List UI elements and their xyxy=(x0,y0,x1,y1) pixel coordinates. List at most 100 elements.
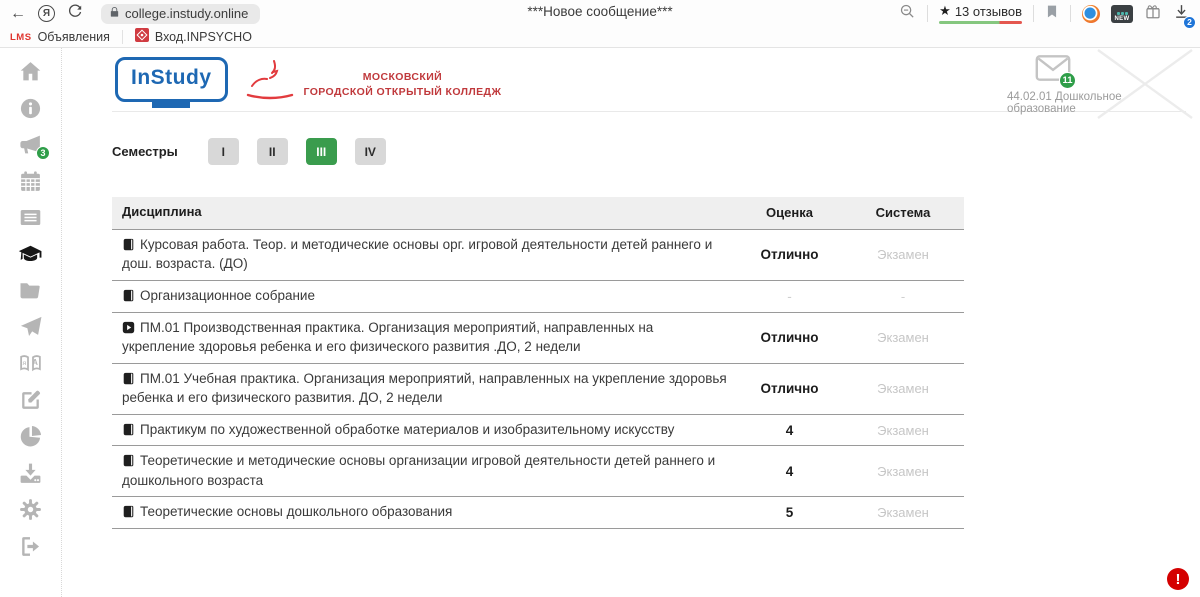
page-header: InStudy МОСКОВСКИЙ ГОРОДСКОЙ ОТКРЫТЫЙ КО… xyxy=(112,48,1186,112)
info-icon[interactable] xyxy=(18,96,43,121)
system-value: Экзамен xyxy=(842,505,964,520)
extension-color-circle-icon[interactable] xyxy=(1082,5,1100,23)
book-icon xyxy=(122,504,135,517)
grades-table: Дисциплина Оценка Система Курсовая работ… xyxy=(112,197,964,529)
semester-switcher: Семестры I II III IV xyxy=(112,138,1200,165)
toolbar-divider xyxy=(1033,5,1034,22)
college-name: МОСКОВСКИЙ ГОРОДСКОЙ ОТКРЫТЫЙ КОЛЛЕДЖ xyxy=(304,70,502,98)
main-content: InStudy МОСКОВСКИЙ ГОРОДСКОЙ ОТКРЫТЫЙ КО… xyxy=(62,48,1200,597)
edit-icon[interactable] xyxy=(18,388,43,413)
semester-button-4[interactable]: IV xyxy=(355,138,386,165)
table-row[interactable]: Теоретические основы дошкольного образов… xyxy=(112,497,964,529)
table-header-row: Дисциплина Оценка Система xyxy=(112,197,964,230)
send-icon[interactable] xyxy=(18,315,43,340)
browser-toolbar: ← Я college.instudy.online ***Новое сооб… xyxy=(0,0,1200,27)
bookmark-flag-icon[interactable] xyxy=(1045,3,1059,25)
grade-value: 5 xyxy=(737,505,842,520)
book-icon xyxy=(122,453,135,466)
reviews-rating[interactable]: ★ 13 отзывов xyxy=(939,3,1022,24)
semester-button-2[interactable]: II xyxy=(257,138,288,165)
bookmarks-divider xyxy=(122,30,123,44)
yandex-browser-icon[interactable]: Я xyxy=(38,5,55,22)
calendar-icon[interactable] xyxy=(18,169,43,194)
svg-text:я: я xyxy=(22,360,26,367)
svg-text:A: A xyxy=(32,358,38,367)
grade-value: - xyxy=(737,289,842,304)
discipline-name: Курсовая работа. Теор. и методические ос… xyxy=(122,237,712,272)
semesters-label: Семестры xyxy=(112,144,178,159)
grade-value: Отлично xyxy=(737,330,842,345)
grade-value: 4 xyxy=(737,464,842,479)
mail-button[interactable]: 11 xyxy=(1035,54,1071,87)
toolbar-divider xyxy=(1070,5,1071,22)
sidebar-nav: 3 Aя xyxy=(0,48,62,597)
announcements-badge: 3 xyxy=(36,146,50,160)
new-extension-icon[interactable]: NEW xyxy=(1111,5,1133,23)
bookmark-inpsycho[interactable]: Вход.INPSYCHO xyxy=(135,28,252,47)
semester-button-1[interactable]: I xyxy=(208,138,239,165)
play-icon xyxy=(122,320,135,333)
close-icon[interactable] xyxy=(1090,46,1200,122)
table-row[interactable]: Теоретические и методические основы орга… xyxy=(112,446,964,497)
lms-page: 3 Aя xyxy=(0,48,1200,597)
logout-icon[interactable] xyxy=(18,534,43,559)
mail-unread-badge: 11 xyxy=(1059,72,1076,89)
toolbar-divider xyxy=(927,5,928,22)
discipline-name: ПМ.01 Учебная практика. Организация меро… xyxy=(122,371,727,406)
book-icon xyxy=(122,288,135,301)
graduation-cap-icon[interactable] xyxy=(18,242,43,267)
discipline-name: ПМ.01 Производственная практика. Организ… xyxy=(122,320,653,355)
grade-value: 4 xyxy=(737,423,842,438)
table-row[interactable]: Практикум по художественной обработке ма… xyxy=(112,415,964,447)
table-row[interactable]: ПМ.01 Учебная практика. Организация меро… xyxy=(112,364,964,415)
book-icon xyxy=(122,371,135,384)
book-icon xyxy=(122,422,135,435)
reviews-rating-bar xyxy=(939,21,1022,24)
downloads-button[interactable]: 2 xyxy=(1173,3,1190,25)
system-value: Экзамен xyxy=(842,423,964,438)
download-tray-icon[interactable] xyxy=(18,461,43,486)
column-header-grade: Оценка xyxy=(737,199,842,227)
discipline-name: Организационное собрание xyxy=(140,288,315,303)
system-value: Экзамен xyxy=(842,381,964,396)
translate-icon[interactable]: Aя xyxy=(18,351,43,376)
home-icon[interactable] xyxy=(18,59,43,84)
college-tower-icon xyxy=(244,59,296,110)
table-row[interactable]: ПМ.01 Производственная практика. Организ… xyxy=(112,313,964,364)
column-header-discipline: Дисциплина xyxy=(112,197,737,229)
crest-favicon-icon xyxy=(135,28,149,47)
gift-extension-icon[interactable] xyxy=(1144,2,1162,25)
table-row[interactable]: Курсовая работа. Теор. и методические ос… xyxy=(112,230,964,281)
discipline-name: Практикум по художественной обработке ма… xyxy=(140,422,674,437)
list-icon[interactable] xyxy=(18,205,43,230)
instudy-logo[interactable]: InStudy xyxy=(115,57,228,102)
downloads-badge: 2 xyxy=(1183,16,1196,29)
bookmarks-bar: LMS Объявления Вход.INPSYCHO xyxy=(0,27,1200,48)
book-icon xyxy=(122,237,135,250)
lms-favicon: LMS xyxy=(10,32,32,43)
discipline-name: Теоретические и методические основы орга… xyxy=(122,453,715,488)
announcements-megaphone-icon[interactable]: 3 xyxy=(18,132,43,157)
back-icon[interactable]: ← xyxy=(10,6,26,22)
bookmark-lms-announcements[interactable]: LMS Объявления xyxy=(10,30,110,44)
pie-chart-icon[interactable] xyxy=(18,424,43,449)
refresh-icon[interactable] xyxy=(67,4,83,24)
folder-icon[interactable] xyxy=(18,278,43,303)
url-text: college.instudy.online xyxy=(125,6,248,21)
column-header-system: Система xyxy=(842,199,964,227)
table-row[interactable]: Организационное собрание - - xyxy=(112,281,964,313)
search-icon[interactable] xyxy=(899,3,916,25)
reviews-label: 13 отзывов xyxy=(955,4,1022,19)
college-logo: МОСКОВСКИЙ ГОРОДСКОЙ ОТКРЫТЫЙ КОЛЛЕДЖ xyxy=(244,59,502,110)
logo-group: InStudy МОСКОВСКИЙ ГОРОДСКОЙ ОТКРЫТЫЙ КО… xyxy=(115,57,501,110)
semester-button-3[interactable]: III xyxy=(306,138,337,165)
star-icon: ★ xyxy=(939,3,951,19)
lock-icon xyxy=(109,6,120,21)
grade-value: Отлично xyxy=(737,381,842,396)
alert-exclamation-icon[interactable]: ! xyxy=(1167,568,1189,590)
system-value: Экзамен xyxy=(842,330,964,345)
system-value: Экзамен xyxy=(842,247,964,262)
gear-icon[interactable] xyxy=(18,497,43,522)
address-bar[interactable]: college.instudy.online xyxy=(101,4,260,24)
system-value: Экзамен xyxy=(842,464,964,479)
